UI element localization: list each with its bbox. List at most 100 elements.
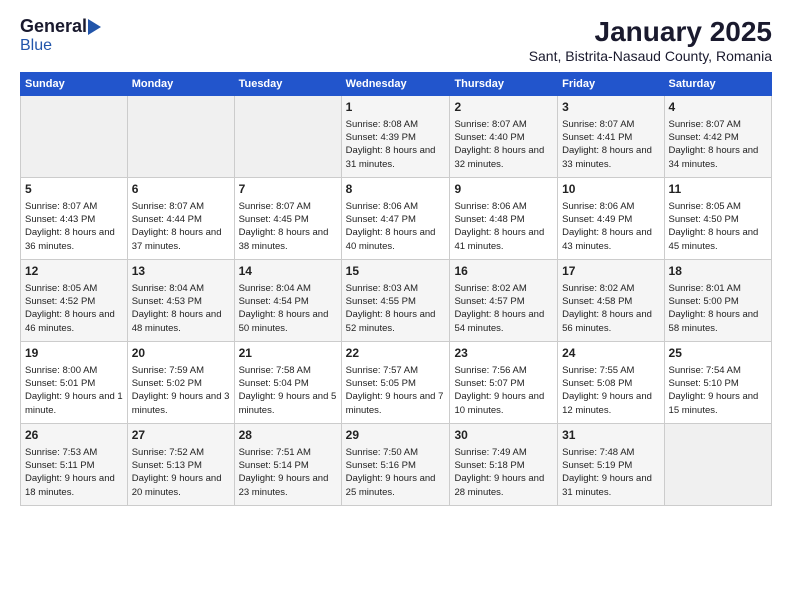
cell-info-line: Daylight: 8 hours and 31 minutes. bbox=[346, 144, 446, 171]
cell-info-line: Sunset: 5:02 PM bbox=[132, 377, 230, 390]
logo-general: General bbox=[20, 16, 87, 37]
day-number: 14 bbox=[239, 263, 337, 280]
calendar-cell: 30Sunrise: 7:49 AMSunset: 5:18 PMDayligh… bbox=[450, 424, 558, 506]
cell-info-line: Sunset: 4:55 PM bbox=[346, 295, 446, 308]
cell-info-line: Sunrise: 8:06 AM bbox=[562, 200, 659, 213]
day-number: 2 bbox=[454, 99, 553, 116]
page: General Blue January 2025 Sant, Bistrita… bbox=[0, 0, 792, 612]
cell-info-line: Sunrise: 7:57 AM bbox=[346, 364, 446, 377]
cell-info-line: Sunrise: 7:59 AM bbox=[132, 364, 230, 377]
cell-info-line: Sunset: 4:42 PM bbox=[669, 131, 767, 144]
header-tuesday: Tuesday bbox=[234, 73, 341, 96]
day-number: 3 bbox=[562, 99, 659, 116]
day-number: 22 bbox=[346, 345, 446, 362]
cell-info-line: Sunrise: 8:03 AM bbox=[346, 282, 446, 295]
header-monday: Monday bbox=[127, 73, 234, 96]
header: General Blue January 2025 Sant, Bistrita… bbox=[20, 16, 772, 64]
day-number: 7 bbox=[239, 181, 337, 198]
calendar-cell: 2Sunrise: 8:07 AMSunset: 4:40 PMDaylight… bbox=[450, 96, 558, 178]
calendar-cell: 25Sunrise: 7:54 AMSunset: 5:10 PMDayligh… bbox=[664, 342, 771, 424]
calendar-cell bbox=[21, 96, 128, 178]
day-number: 23 bbox=[454, 345, 553, 362]
cell-info-line: Daylight: 8 hours and 48 minutes. bbox=[132, 308, 230, 335]
cell-info-line: Daylight: 9 hours and 15 minutes. bbox=[669, 390, 767, 417]
logo-text: General bbox=[20, 16, 101, 37]
cell-info-line: Daylight: 9 hours and 7 minutes. bbox=[346, 390, 446, 417]
day-number: 28 bbox=[239, 427, 337, 444]
day-number: 21 bbox=[239, 345, 337, 362]
calendar-cell bbox=[664, 424, 771, 506]
calendar-cell: 9Sunrise: 8:06 AMSunset: 4:48 PMDaylight… bbox=[450, 178, 558, 260]
day-number: 18 bbox=[669, 263, 767, 280]
cell-info-line: Daylight: 8 hours and 32 minutes. bbox=[454, 144, 553, 171]
cell-info-line: Sunrise: 8:00 AM bbox=[25, 364, 123, 377]
logo: General Blue bbox=[20, 16, 101, 55]
cell-info-line: Daylight: 8 hours and 52 minutes. bbox=[346, 308, 446, 335]
cell-info-line: Sunset: 4:58 PM bbox=[562, 295, 659, 308]
cell-info-line: Sunset: 5:00 PM bbox=[669, 295, 767, 308]
cell-info-line: Sunrise: 7:52 AM bbox=[132, 446, 230, 459]
day-number: 29 bbox=[346, 427, 446, 444]
day-number: 15 bbox=[346, 263, 446, 280]
calendar-cell: 1Sunrise: 8:08 AMSunset: 4:39 PMDaylight… bbox=[341, 96, 450, 178]
cell-info-line: Sunset: 4:39 PM bbox=[346, 131, 446, 144]
cell-info-line: Daylight: 8 hours and 56 minutes. bbox=[562, 308, 659, 335]
calendar-cell: 24Sunrise: 7:55 AMSunset: 5:08 PMDayligh… bbox=[558, 342, 664, 424]
cell-info-line: Daylight: 9 hours and 10 minutes. bbox=[454, 390, 553, 417]
cell-info-line: Sunset: 4:48 PM bbox=[454, 213, 553, 226]
day-number: 26 bbox=[25, 427, 123, 444]
day-number: 6 bbox=[132, 181, 230, 198]
day-number: 10 bbox=[562, 181, 659, 198]
calendar-cell bbox=[127, 96, 234, 178]
day-number: 16 bbox=[454, 263, 553, 280]
calendar-cell: 8Sunrise: 8:06 AMSunset: 4:47 PMDaylight… bbox=[341, 178, 450, 260]
cell-info-line: Sunrise: 8:07 AM bbox=[132, 200, 230, 213]
day-number: 20 bbox=[132, 345, 230, 362]
calendar-subtitle: Sant, Bistrita-Nasaud County, Romania bbox=[529, 48, 772, 64]
cell-info-line: Sunrise: 7:51 AM bbox=[239, 446, 337, 459]
calendar-cell: 15 Sunrise: 8:03 AMSunset: 4:55 PMDayligh… bbox=[341, 260, 450, 342]
cell-info-line: Sunset: 4:43 PM bbox=[25, 213, 123, 226]
header-sunday: Sunday bbox=[21, 73, 128, 96]
cell-info-line: Daylight: 8 hours and 41 minutes. bbox=[454, 226, 553, 253]
calendar-cell: 21Sunrise: 7:58 AMSunset: 5:04 PMDayligh… bbox=[234, 342, 341, 424]
cell-info-line: Sunset: 5:13 PM bbox=[132, 459, 230, 472]
calendar-table: Sunday Monday Tuesday Wednesday Thursday… bbox=[20, 72, 772, 506]
cell-info-line: Sunrise: 8:07 AM bbox=[25, 200, 123, 213]
day-number: 17 bbox=[562, 263, 659, 280]
calendar-cell: 16Sunrise: 8:02 AMSunset: 4:57 PMDayligh… bbox=[450, 260, 558, 342]
day-number: 8 bbox=[346, 181, 446, 198]
day-number: 27 bbox=[132, 427, 230, 444]
cell-info-line: Sunrise: 8:04 AM bbox=[132, 282, 230, 295]
cell-info-line: Sunset: 4:50 PM bbox=[669, 213, 767, 226]
day-number: 5 bbox=[25, 181, 123, 198]
cell-info-line: Sunrise: 8:08 AM bbox=[346, 118, 446, 131]
calendar-cell: 19Sunrise: 8:00 AMSunset: 5:01 PMDayligh… bbox=[21, 342, 128, 424]
calendar-cell: 7Sunrise: 8:07 AMSunset: 4:45 PMDaylight… bbox=[234, 178, 341, 260]
day-number: 12 bbox=[25, 263, 123, 280]
day-number: 19 bbox=[25, 345, 123, 362]
calendar-week-2: 5Sunrise: 8:07 AMSunset: 4:43 PMDaylight… bbox=[21, 178, 772, 260]
cell-info-line: Sunset: 4:40 PM bbox=[454, 131, 553, 144]
cell-info-line: Sunrise: 7:49 AM bbox=[454, 446, 553, 459]
cell-info-line: Sunrise: 8:02 AM bbox=[454, 282, 553, 295]
calendar-cell: 23Sunrise: 7:56 AMSunset: 5:07 PMDayligh… bbox=[450, 342, 558, 424]
calendar-cell: 27Sunrise: 7:52 AMSunset: 5:13 PMDayligh… bbox=[127, 424, 234, 506]
cell-info-line: Daylight: 9 hours and 31 minutes. bbox=[562, 472, 659, 499]
cell-info-line: Daylight: 9 hours and 25 minutes. bbox=[346, 472, 446, 499]
cell-info-line: Daylight: 8 hours and 54 minutes. bbox=[454, 308, 553, 335]
day-number: 11 bbox=[669, 181, 767, 198]
calendar-cell: 3Sunrise: 8:07 AMSunset: 4:41 PMDaylight… bbox=[558, 96, 664, 178]
cell-info-line: Sunset: 4:44 PM bbox=[132, 213, 230, 226]
day-number: 25 bbox=[669, 345, 767, 362]
cell-info-line: Sunrise: 7:58 AM bbox=[239, 364, 337, 377]
cell-info-line: Sunset: 5:11 PM bbox=[25, 459, 123, 472]
cell-info-line: Sunrise: 8:02 AM bbox=[562, 282, 659, 295]
cell-info-line: Sunrise: 7:55 AM bbox=[562, 364, 659, 377]
cell-info-line: Daylight: 9 hours and 3 minutes. bbox=[132, 390, 230, 417]
calendar-cell: 20 Sunrise: 7:59 AMSunset: 5:02 PMDayligh… bbox=[127, 342, 234, 424]
day-number: 31 bbox=[562, 427, 659, 444]
cell-info-line: Daylight: 8 hours and 36 minutes. bbox=[25, 226, 123, 253]
cell-info-line: Sunset: 5:14 PM bbox=[239, 459, 337, 472]
calendar-cell: 12Sunrise: 8:05 AMSunset: 4:52 PMDayligh… bbox=[21, 260, 128, 342]
